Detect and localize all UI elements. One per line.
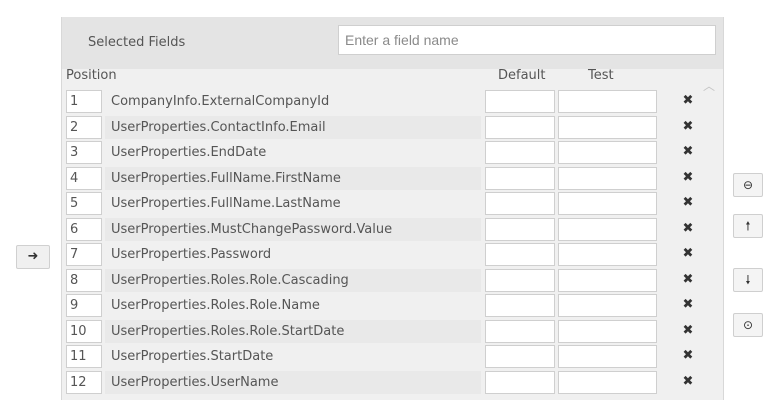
field-name: UserProperties.StartDate (111, 349, 274, 364)
position-field[interactable]: 2 (66, 115, 102, 139)
field-name: UserProperties.ContactInfo.Email (105, 115, 481, 139)
test-value-input[interactable] (558, 90, 657, 113)
move-down-button[interactable]: 🠗 (733, 268, 763, 292)
test-value-input[interactable] (558, 370, 657, 394)
table-row[interactable]: 8 UserProperties.Roles.Role.Cascading ✖ (62, 268, 723, 294)
x-icon[interactable]: ✖ (680, 221, 696, 237)
default-value-input[interactable] (485, 294, 555, 317)
field-name: UserProperties.UserName (105, 370, 481, 394)
default-value-input[interactable] (485, 166, 555, 190)
test-value-input[interactable] (558, 345, 657, 368)
test-value-input[interactable] (558, 166, 657, 190)
table-row[interactable]: 5 UserProperties.FullName.LastName ✖ (62, 191, 723, 217)
x-icon[interactable]: ✖ (680, 272, 696, 288)
column-header-test: Test (588, 68, 614, 83)
x-icon[interactable]: ✖ (680, 144, 696, 160)
x-icon[interactable]: ✖ (680, 374, 696, 390)
test-value-input[interactable] (558, 192, 657, 215)
position-field[interactable]: 1 (66, 90, 102, 113)
default-value-input[interactable] (485, 192, 555, 215)
test-value-input[interactable] (558, 294, 657, 317)
x-icon[interactable]: ✖ (680, 170, 696, 186)
position-field[interactable]: 8 (66, 268, 102, 292)
test-value-input[interactable] (558, 115, 657, 139)
position-field[interactable]: 4 (66, 166, 102, 190)
table-row[interactable]: 7 UserProperties.Password ✖ (62, 242, 723, 268)
arrow-right-icon: ➜ (27, 249, 39, 264)
default-value-input[interactable] (485, 268, 555, 292)
position-field[interactable]: 6 (66, 217, 102, 241)
x-icon[interactable]: ✖ (680, 195, 696, 211)
x-icon[interactable]: ✖ (680, 348, 696, 364)
column-header-default: Default (498, 68, 546, 83)
field-name: UserProperties.FullName.FirstName (105, 166, 481, 190)
remove-selected-button[interactable]: ⊖ (733, 173, 763, 197)
table-row[interactable]: 3 UserProperties.EndDate ✖ (62, 140, 723, 166)
field-name: UserProperties.FullName.LastName (111, 196, 341, 211)
position-field[interactable]: 12 (66, 370, 102, 394)
position-field[interactable]: 11 (66, 345, 102, 368)
default-value-input[interactable] (485, 370, 555, 394)
default-value-input[interactable] (485, 345, 555, 368)
position-field[interactable]: 10 (66, 319, 102, 343)
table-row[interactable]: 10 UserProperties.Roles.Role.StartDate ✖ (62, 319, 723, 345)
panel-title: Selected Fields (88, 35, 186, 50)
test-value-input[interactable] (558, 141, 657, 164)
test-value-input[interactable] (558, 217, 657, 241)
circle-icon: ⊙ (742, 318, 754, 332)
field-search-input[interactable] (338, 25, 716, 55)
field-name: UserProperties.Roles.Role.StartDate (105, 319, 481, 343)
x-icon[interactable]: ✖ (680, 323, 696, 339)
x-icon[interactable]: ✖ (680, 297, 696, 313)
table-row[interactable]: 9 UserProperties.Roles.Role.Name ✖ (62, 293, 723, 319)
clear-button[interactable]: ⊙ (733, 313, 763, 337)
table-row[interactable]: 2 UserProperties.ContactInfo.Email ✖ (62, 115, 723, 141)
x-icon[interactable]: ✖ (680, 246, 696, 262)
move-up-button[interactable]: 🠕 (733, 214, 763, 238)
selected-fields-panel: Selected Fields Position Default Test ︿ … (61, 17, 724, 400)
test-value-input[interactable] (558, 243, 657, 266)
x-icon[interactable]: ✖ (680, 119, 696, 135)
arrow-up-icon: 🠕 (745, 219, 751, 233)
column-header-position: Position (66, 68, 117, 83)
field-name: UserProperties.Password (111, 247, 272, 262)
field-name: UserProperties.Roles.Role.Name (111, 298, 320, 313)
position-field[interactable]: 9 (66, 294, 102, 317)
default-value-input[interactable] (485, 217, 555, 241)
default-value-input[interactable] (485, 115, 555, 139)
panel-header: Selected Fields (62, 17, 723, 69)
table-row[interactable]: 4 UserProperties.FullName.FirstName ✖ (62, 166, 723, 192)
table-row[interactable]: 1 CompanyInfo.ExternalCompanyId ✖ (62, 89, 723, 115)
field-name: UserProperties.MustChangePassword.Value (105, 217, 481, 241)
default-value-input[interactable] (485, 90, 555, 113)
selected-fields-list: 1 CompanyInfo.ExternalCompanyId ✖ 2 User… (62, 89, 723, 395)
test-value-input[interactable] (558, 268, 657, 292)
table-row[interactable]: 12 UserProperties.UserName ✖ (62, 370, 723, 396)
test-value-input[interactable] (558, 319, 657, 343)
default-value-input[interactable] (485, 319, 555, 343)
default-value-input[interactable] (485, 141, 555, 164)
arrow-down-icon: 🠗 (745, 273, 751, 287)
field-name: UserProperties.Roles.Role.Cascading (105, 268, 481, 292)
position-field[interactable]: 7 (66, 243, 102, 266)
minus-circle-icon: ⊖ (742, 178, 754, 192)
table-row[interactable]: 6 UserProperties.MustChangePassword.Valu… (62, 217, 723, 243)
field-name: CompanyInfo.ExternalCompanyId (111, 94, 330, 109)
add-field-button[interactable]: ➜ (16, 245, 50, 269)
field-name: UserProperties.EndDate (111, 145, 267, 160)
position-field[interactable]: 5 (66, 192, 102, 215)
position-field[interactable]: 3 (66, 141, 102, 164)
x-icon[interactable]: ✖ (680, 93, 696, 109)
table-row[interactable]: 11 UserProperties.StartDate ✖ (62, 344, 723, 370)
default-value-input[interactable] (485, 243, 555, 266)
